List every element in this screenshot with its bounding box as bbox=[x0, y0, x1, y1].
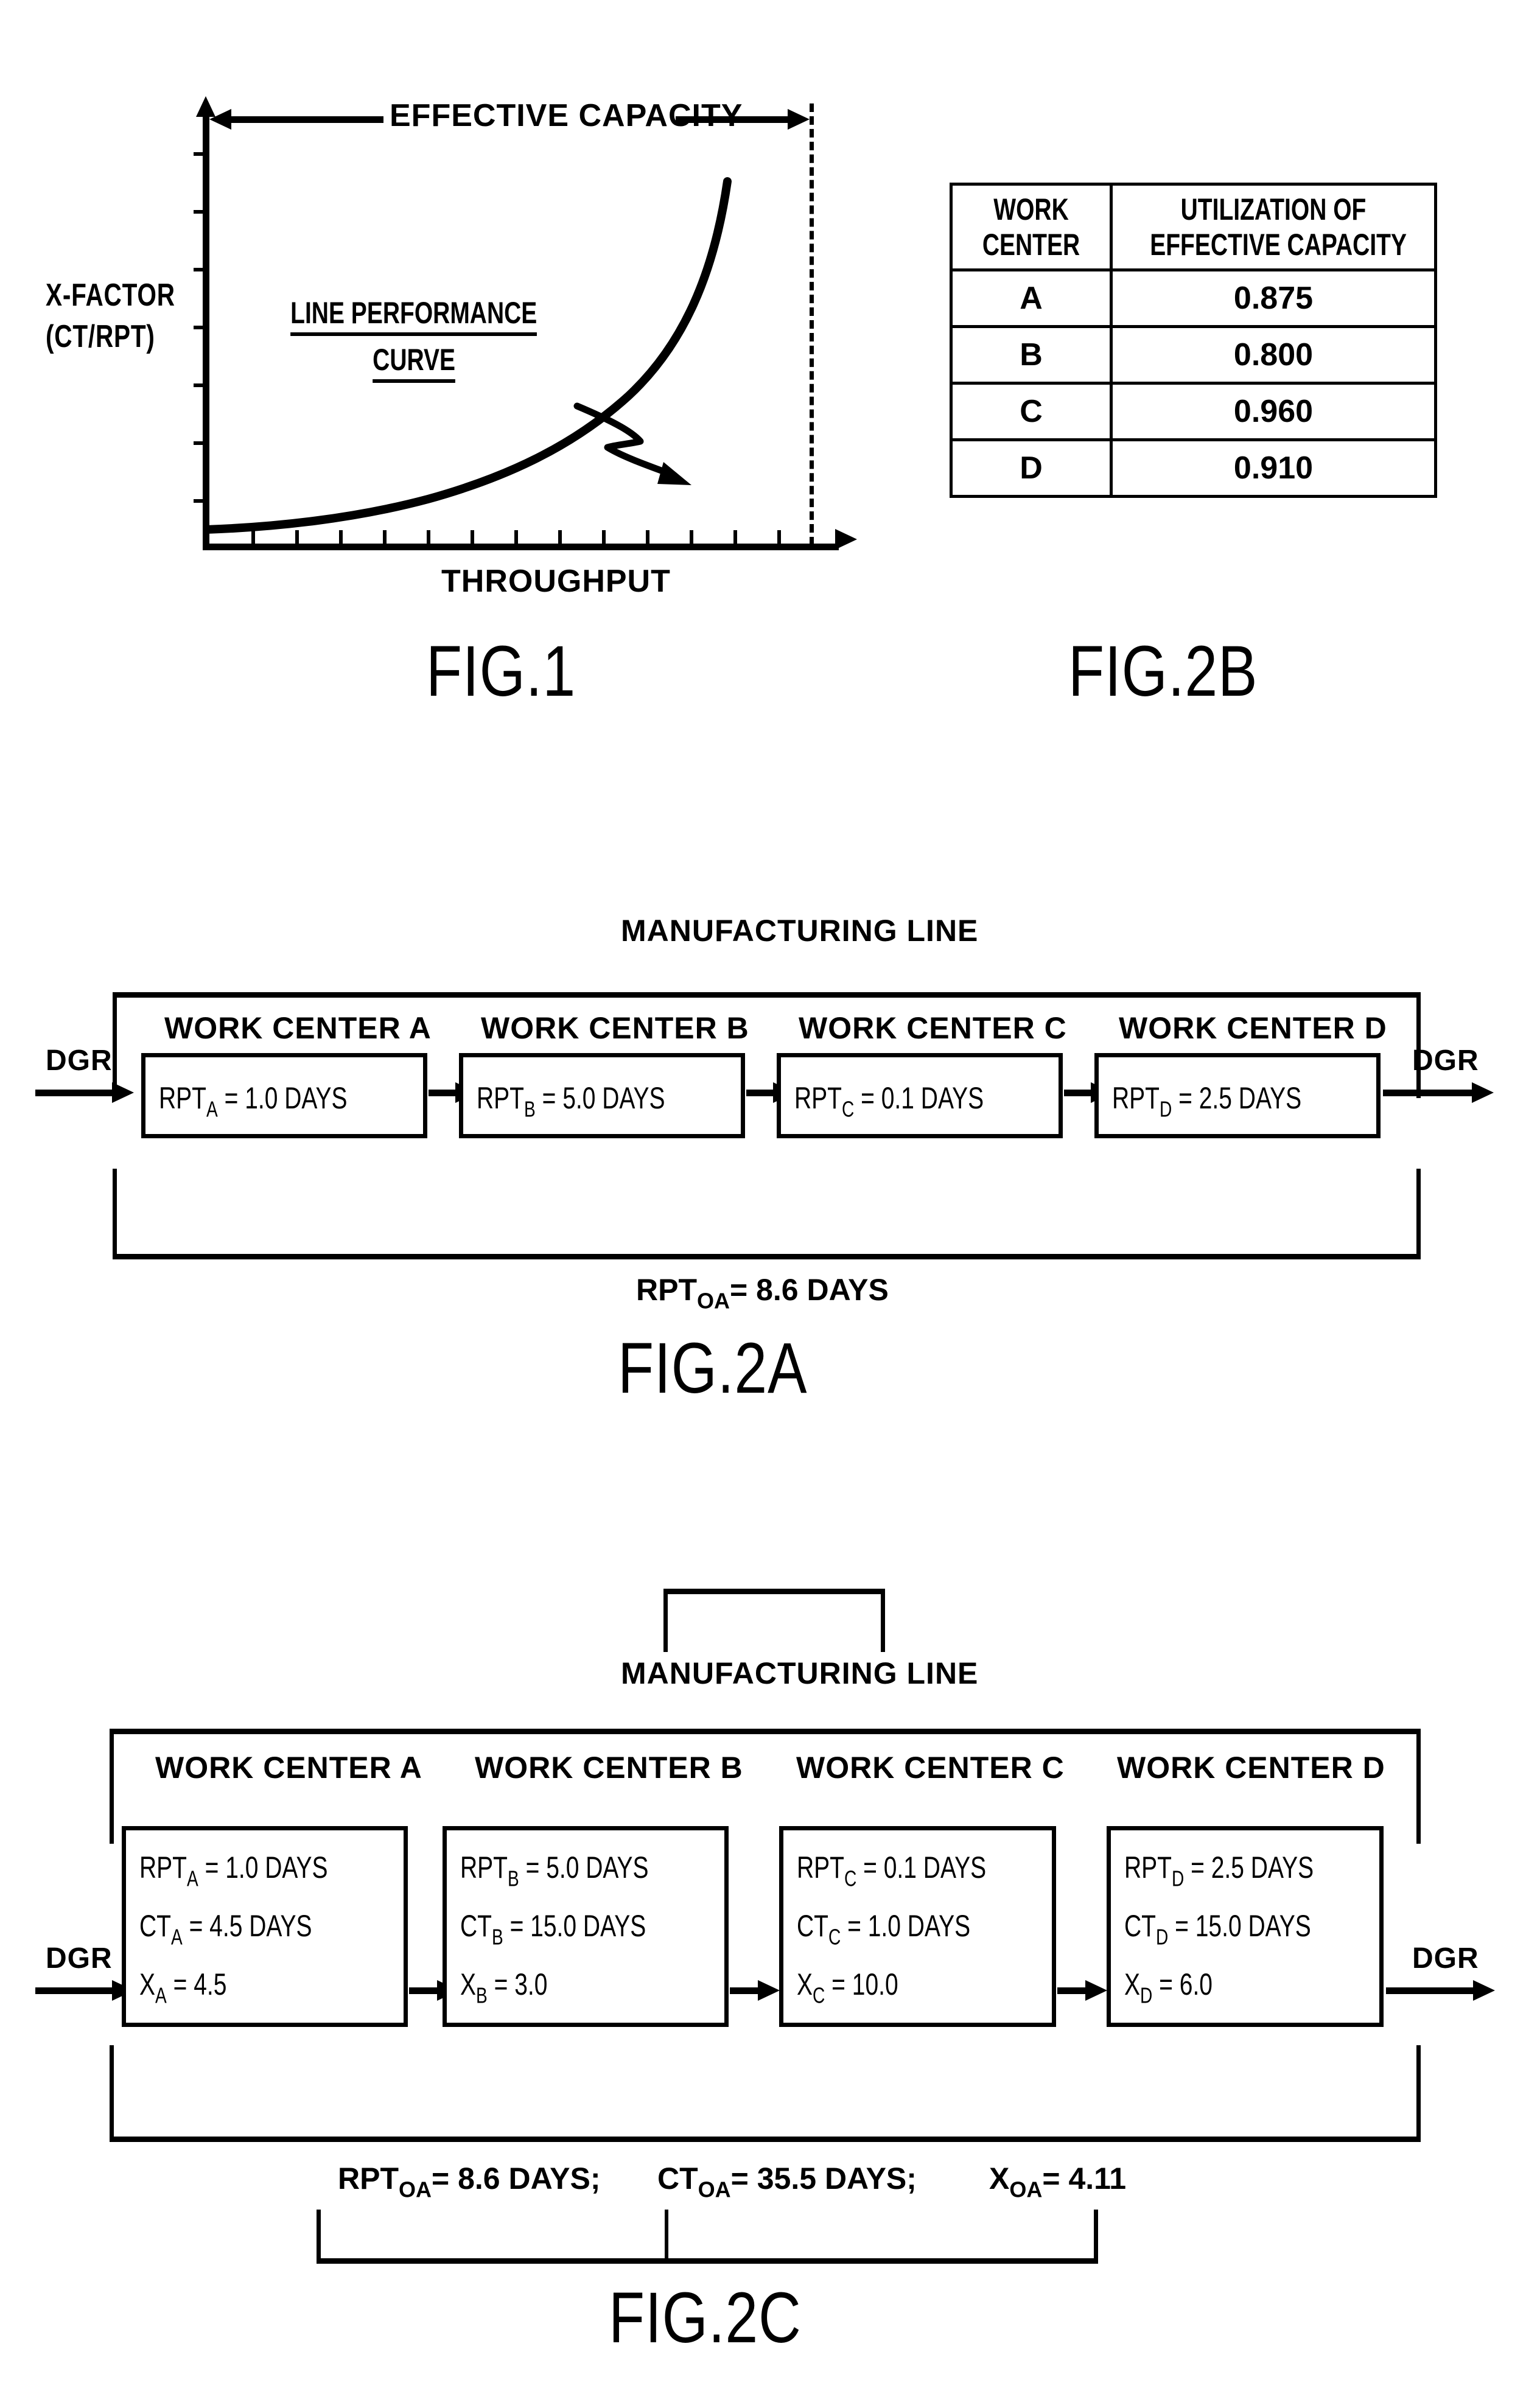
curve-annotation-arrow-icon bbox=[573, 402, 691, 485]
figure-2a: MANUFACTURING LINE WORK CENTER A WORK CE… bbox=[0, 901, 1540, 1449]
work-center-box-d: RPTD = 2.5 DAYS CTD = 15.0 DAYS XD = 6.0 bbox=[1107, 1826, 1384, 2027]
summary-bracket-tick bbox=[665, 2210, 668, 2258]
work-center-title-a: WORK CENTER A bbox=[155, 1751, 422, 1785]
work-center-box-a: RPTA = 1.0 DAYS CTA = 4.5 DAYS XA = 4.5 bbox=[122, 1826, 408, 2027]
flow-arrow-shaft-a-b bbox=[429, 1090, 457, 1096]
cell-work-center: A bbox=[950, 268, 1113, 328]
output-flow-arrow-shaft bbox=[1383, 1090, 1474, 1096]
work-center-box-d: RPTD = 2.5 DAYS bbox=[1094, 1053, 1381, 1138]
overall-x-summary: XOA= 4.11 bbox=[989, 2161, 1127, 2202]
manufacturing-line-title: MANUFACTURING LINE bbox=[621, 1656, 979, 1690]
figure-2a-caption: FIG.2A bbox=[618, 1328, 808, 1409]
input-flow-arrow-shaft bbox=[35, 1987, 114, 1994]
y-axis-label: X-FACTOR (CT/RPT) bbox=[46, 278, 175, 354]
figure-2b: WORK CENTER UTILIZATION OF EFFECTIVE CAP… bbox=[950, 183, 1473, 712]
figure-2c: MANUFACTURING LINE WORK CENTER A WORK CE… bbox=[0, 1552, 1540, 2358]
work-center-box-c: RPTC = 0.1 DAYS bbox=[777, 1053, 1063, 1138]
table-row: B 0.800 bbox=[950, 325, 1437, 385]
work-center-box-b: RPTB = 5.0 DAYS CTB = 15.0 DAYS XB = 3.0 bbox=[443, 1826, 729, 2027]
overall-ct-summary: CTOA= 35.5 DAYS; bbox=[657, 2161, 917, 2202]
y-tick bbox=[194, 210, 203, 214]
overall-rpt-summary: RPTOA= 8.6 DAYS; bbox=[338, 2161, 601, 2202]
x-axis-label: THROUGHPUT bbox=[441, 564, 671, 599]
work-center-title-a: WORK CENTER A bbox=[164, 1011, 432, 1045]
column-header-work-center: WORK CENTER bbox=[950, 183, 1113, 271]
cell-work-center: D bbox=[950, 438, 1113, 498]
work-center-title-b: WORK CENTER B bbox=[481, 1011, 749, 1045]
flow-arrowhead-b-c-icon bbox=[758, 1980, 780, 2001]
patent-figure-sheet: EFFECTIVE CAPACITY X-FACTOR (CT/RPT) THR… bbox=[0, 0, 1540, 2408]
y-tick bbox=[194, 441, 203, 445]
utilization-table: WORK CENTER UTILIZATION OF EFFECTIVE CAP… bbox=[950, 183, 1437, 498]
work-center-title-c: WORK CENTER C bbox=[796, 1751, 1065, 1785]
work-center-box-c: RPTC = 0.1 DAYS CTC = 1.0 DAYS XC = 10.0 bbox=[779, 1826, 1056, 2027]
work-center-box-a: RPTA = 1.0 DAYS bbox=[141, 1053, 427, 1138]
manufacturing-line-callout-bracket bbox=[663, 1589, 885, 1652]
figure-1-caption: FIG.1 bbox=[426, 631, 576, 712]
output-dgr-label: DGR bbox=[1412, 1942, 1479, 1975]
y-tick bbox=[194, 268, 203, 271]
work-center-title-d: WORK CENTER D bbox=[1119, 1011, 1387, 1045]
y-tick bbox=[194, 152, 203, 156]
flow-arrow-shaft-a-b bbox=[409, 1987, 438, 1994]
table-row: A 0.875 bbox=[950, 268, 1437, 328]
x-axis-arrowhead-icon bbox=[835, 529, 857, 550]
table-header-row: WORK CENTER UTILIZATION OF EFFECTIVE CAP… bbox=[950, 183, 1437, 271]
summary-bracket bbox=[317, 2210, 1098, 2264]
manufacturing-line-bracket-bottom bbox=[113, 1169, 1421, 1259]
cell-work-center: B bbox=[950, 325, 1113, 385]
y-tick bbox=[194, 383, 203, 387]
cell-utilization: 0.875 bbox=[1110, 268, 1437, 328]
column-header-utilization: UTILIZATION OF EFFECTIVE CAPACITY bbox=[1110, 183, 1437, 271]
input-flow-arrow-shaft bbox=[35, 1090, 114, 1096]
figure-1: EFFECTIVE CAPACITY X-FACTOR (CT/RPT) THR… bbox=[0, 0, 913, 718]
input-dgr-label: DGR bbox=[46, 1942, 113, 1975]
table-row: D 0.910 bbox=[950, 438, 1437, 498]
output-dgr-label: DGR bbox=[1412, 1045, 1479, 1077]
y-tick bbox=[194, 499, 203, 503]
work-center-title-c: WORK CENTER C bbox=[799, 1011, 1067, 1045]
cell-work-center: C bbox=[950, 382, 1113, 441]
input-flow-arrowhead-icon bbox=[112, 1082, 134, 1103]
flow-arrow-shaft-b-c bbox=[730, 1987, 759, 1994]
flow-arrow-shaft-c-d bbox=[1064, 1090, 1092, 1096]
output-flow-arrowhead-icon bbox=[1472, 1082, 1494, 1103]
overall-rpt-summary: RPTOA= 8.6 DAYS bbox=[636, 1273, 889, 1314]
manufacturing-line-bracket-bottom bbox=[110, 2045, 1421, 2142]
work-center-title-b: WORK CENTER B bbox=[475, 1751, 743, 1785]
work-center-box-b: RPTB = 5.0 DAYS bbox=[459, 1053, 745, 1138]
input-dgr-label: DGR bbox=[46, 1045, 113, 1077]
curve-annotation: LINE PERFORMANCE CURVE bbox=[256, 295, 572, 383]
output-flow-arrow-shaft bbox=[1386, 1987, 1476, 1994]
cell-utilization: 0.960 bbox=[1110, 382, 1437, 441]
cell-utilization: 0.800 bbox=[1110, 325, 1437, 385]
manufacturing-line-title: MANUFACTURING LINE bbox=[621, 914, 979, 948]
flow-arrowhead-c-d-icon bbox=[1085, 1980, 1107, 2001]
flow-arrow-shaft-b-c bbox=[746, 1090, 774, 1096]
table-row: C 0.960 bbox=[950, 382, 1437, 441]
figure-2c-caption: FIG.2C bbox=[609, 2278, 802, 2358]
flow-arrow-shaft-c-d bbox=[1057, 1987, 1087, 1994]
figure-2b-caption: FIG.2B bbox=[1068, 631, 1258, 712]
output-flow-arrowhead-icon bbox=[1473, 1980, 1495, 2001]
work-center-title-d: WORK CENTER D bbox=[1117, 1751, 1385, 1785]
cell-utilization: 0.910 bbox=[1110, 438, 1437, 498]
